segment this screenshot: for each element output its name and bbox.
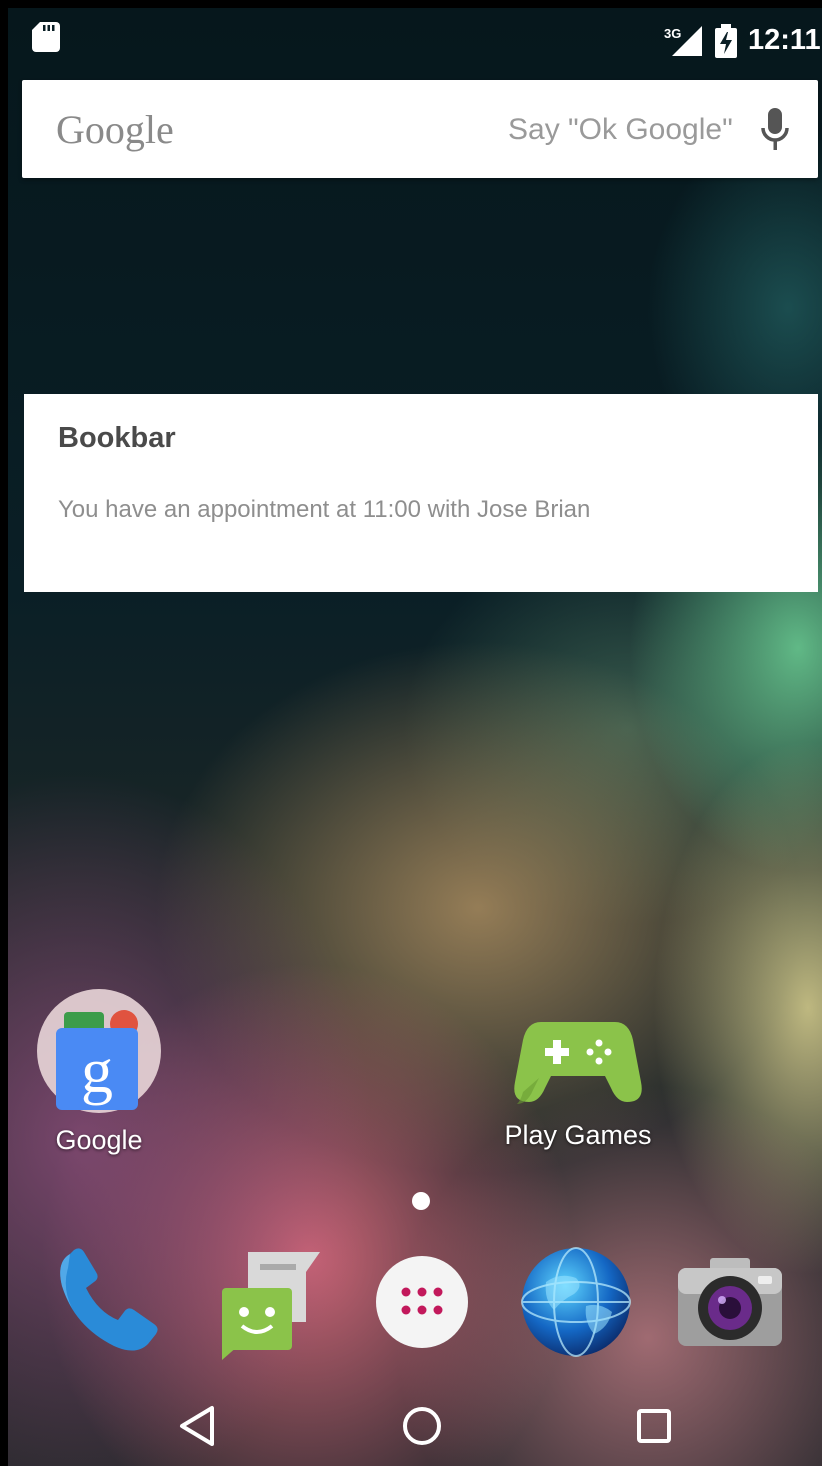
status-bar: 3G 12:11 bbox=[8, 8, 822, 78]
app-google-folder[interactable]: g Google bbox=[34, 988, 164, 1156]
sd-card-icon bbox=[32, 22, 60, 52]
navigation-bar bbox=[8, 1388, 822, 1466]
dock-camera[interactable] bbox=[670, 1242, 790, 1362]
google-folder-icon: g bbox=[37, 989, 161, 1113]
phone-icon bbox=[60, 1248, 158, 1351]
app-drawer-icon bbox=[376, 1256, 468, 1348]
browser-globe-icon bbox=[521, 1247, 631, 1357]
gamepad-icon bbox=[514, 1022, 642, 1104]
widget-message: You have an appointment at 11:00 with Jo… bbox=[58, 496, 591, 523]
dock-browser[interactable] bbox=[516, 1242, 636, 1362]
microphone-icon[interactable] bbox=[758, 106, 792, 154]
status-clock: 12:11 bbox=[748, 24, 821, 56]
home-icon[interactable] bbox=[392, 1398, 452, 1454]
dock-messaging[interactable] bbox=[208, 1242, 328, 1362]
signal-icon bbox=[672, 26, 702, 56]
page-indicator-dot bbox=[412, 1192, 430, 1210]
app-label-google: Google bbox=[55, 1125, 143, 1155]
search-hint: Say "Ok Google" bbox=[508, 113, 733, 146]
messaging-icon bbox=[222, 1252, 320, 1360]
google-search-bar[interactable]: Google Say "Ok Google" bbox=[22, 80, 818, 178]
app-label-play-games: Play Games bbox=[504, 1120, 652, 1150]
camera-icon bbox=[678, 1258, 782, 1346]
battery-charging-icon bbox=[715, 24, 737, 58]
dock-app-drawer[interactable] bbox=[362, 1242, 482, 1362]
google-logo: Google bbox=[56, 107, 174, 152]
widget-title: Bookbar bbox=[58, 422, 176, 454]
dock-phone[interactable] bbox=[48, 1242, 168, 1362]
app-play-games[interactable]: Play Games bbox=[498, 988, 658, 1151]
recents-icon[interactable] bbox=[624, 1398, 684, 1454]
back-icon[interactable] bbox=[168, 1398, 228, 1454]
home-screen: 3G 12:11 Google Say "Ok Google" Bookbar … bbox=[8, 8, 822, 1466]
svg-text:g: g bbox=[81, 1035, 113, 1106]
bookbar-widget[interactable]: Bookbar You have an appointment at 11:00… bbox=[24, 394, 818, 592]
